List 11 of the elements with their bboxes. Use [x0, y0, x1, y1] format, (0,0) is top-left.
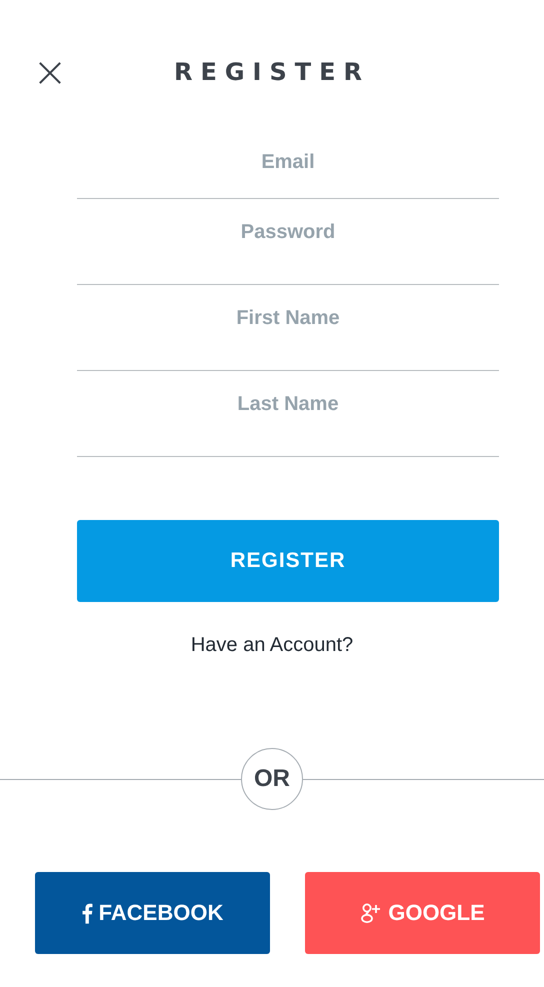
input-field[interactable]: Email — [77, 145, 499, 199]
g-plus-logo-icon — [360, 902, 382, 924]
input-field[interactable]: First Name — [77, 284, 499, 371]
input-field[interactable]: Password — [77, 198, 499, 285]
close-icon[interactable] — [38, 61, 62, 85]
have-account-link[interactable]: Have an Account? — [190, 634, 354, 657]
facebook-button[interactable]: FACEBOOK — [35, 872, 270, 954]
or-divider-badge: OR — [241, 748, 303, 810]
f-logo-icon — [82, 902, 93, 924]
input-field[interactable]: Last Name — [77, 370, 499, 457]
page-title: REGISTER — [174, 57, 370, 88]
